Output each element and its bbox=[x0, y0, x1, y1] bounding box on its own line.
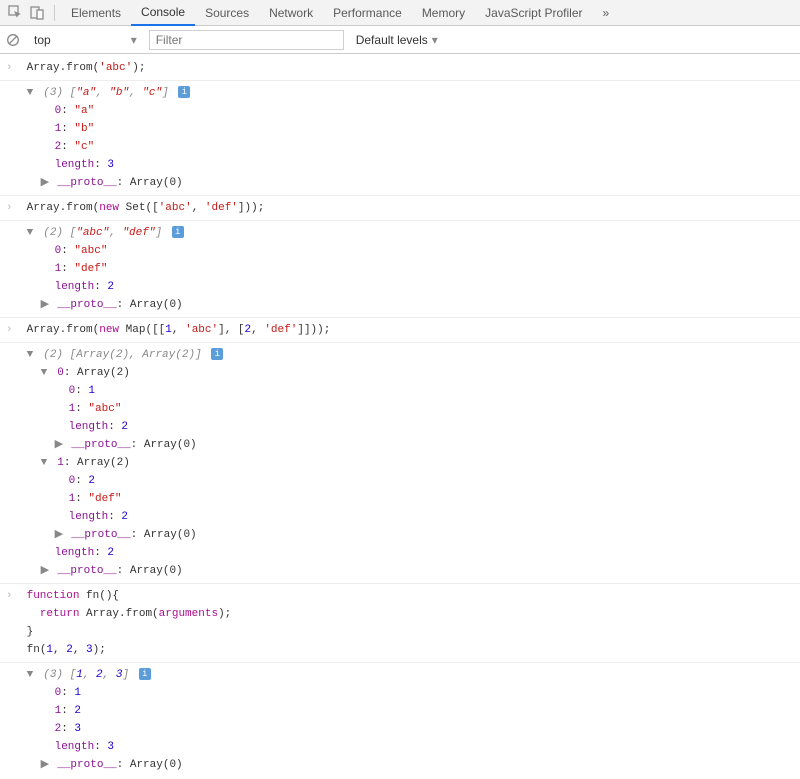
tab-elements[interactable]: Elements bbox=[61, 0, 131, 26]
disclosure-closed-icon: ▶ bbox=[55, 526, 65, 544]
clear-console-icon[interactable] bbox=[4, 31, 22, 49]
array-header[interactable]: ▼ (2) ["abc", "def"] i bbox=[27, 224, 787, 242]
length-prop: length: 3 bbox=[27, 738, 787, 756]
disclosure-closed-icon: ▶ bbox=[55, 436, 65, 454]
disclosure-open-icon: ▼ bbox=[41, 364, 51, 382]
tab-memory[interactable]: Memory bbox=[412, 0, 475, 26]
console-output-row: ▼ (2) [Array(2), Array(2)] i ▼ 0: Array(… bbox=[0, 343, 800, 584]
array-item: 0: "a" bbox=[27, 102, 787, 120]
disclosure-closed-icon: ▶ bbox=[41, 174, 51, 192]
filter-input[interactable] bbox=[149, 30, 344, 50]
devtools-toolbar: Elements Console Sources Network Perform… bbox=[0, 0, 800, 26]
proto-row[interactable]: ▶ __proto__: Array(0) bbox=[27, 562, 787, 580]
dropdown-icon: ▾ bbox=[131, 33, 137, 47]
info-icon[interactable]: i bbox=[139, 668, 151, 680]
console-output-row: ▼ (3) [1, 2, 3] i 0: 1 1: 2 2: 3 length:… bbox=[0, 663, 800, 777]
console-output-row: ▼ (3) ["a", "b", "c"] i 0: "a" 1: "b" 2:… bbox=[0, 81, 800, 196]
console-input-row: › Array.from('abc'); bbox=[0, 56, 800, 81]
info-icon[interactable]: i bbox=[178, 86, 190, 98]
array-item: 1: 2 bbox=[27, 702, 787, 720]
log-levels-selector[interactable]: Default levels ▾ bbox=[350, 33, 444, 47]
array-item: 0: 2 bbox=[27, 472, 787, 490]
device-icon[interactable] bbox=[26, 2, 48, 24]
more-tabs[interactable]: » bbox=[593, 6, 620, 20]
prompt-icon: › bbox=[6, 199, 20, 217]
proto-row[interactable]: ▶ __proto__: Array(0) bbox=[27, 174, 787, 192]
prompt-icon: › bbox=[6, 321, 20, 339]
code-line: Array.from('abc'); bbox=[27, 59, 787, 77]
proto-row[interactable]: ▶ __proto__: Array(0) bbox=[27, 756, 787, 774]
array-header[interactable]: ▼ (3) [1, 2, 3] i bbox=[27, 666, 787, 684]
tab-performance[interactable]: Performance bbox=[323, 0, 412, 26]
disclosure-closed-icon: ▶ bbox=[41, 562, 51, 580]
length-prop: length: 2 bbox=[27, 418, 787, 436]
separator bbox=[54, 5, 55, 21]
tab-sources[interactable]: Sources bbox=[195, 0, 259, 26]
disclosure-closed-icon: ▶ bbox=[41, 296, 51, 314]
length-prop: length: 2 bbox=[27, 278, 787, 296]
length-prop: length: 3 bbox=[27, 156, 787, 174]
tab-console[interactable]: Console bbox=[131, 0, 195, 26]
disclosure-open-icon: ▼ bbox=[27, 346, 37, 364]
array-item: 1: "def" bbox=[27, 490, 787, 508]
disclosure-open-icon: ▼ bbox=[27, 84, 37, 102]
prompt-icon: › bbox=[6, 587, 20, 605]
levels-label: Default levels bbox=[356, 33, 428, 47]
console-input-row: › Array.from(new Map([[1, 'abc'], [2, 'd… bbox=[0, 318, 800, 343]
proto-row[interactable]: ▶ __proto__: Array(0) bbox=[27, 436, 787, 454]
disclosure-open-icon: ▼ bbox=[27, 666, 37, 684]
proto-row[interactable]: ▶ __proto__: Array(0) bbox=[27, 296, 787, 314]
length-prop: length: 2 bbox=[27, 544, 787, 562]
array-item: 0: "abc" bbox=[27, 242, 787, 260]
prompt-icon: › bbox=[6, 59, 20, 77]
array-item: 1: "b" bbox=[27, 120, 787, 138]
proto-row[interactable]: ▶ __proto__: Array(0) bbox=[27, 526, 787, 544]
inspect-icon[interactable] bbox=[4, 2, 26, 24]
context-selector[interactable]: top ▾ bbox=[28, 31, 143, 49]
array-item: 2: 3 bbox=[27, 720, 787, 738]
panel-tabs: Elements Console Sources Network Perform… bbox=[61, 0, 619, 26]
code-line: Array.from(new Map([[1, 'abc'], [2, 'def… bbox=[27, 321, 787, 339]
dropdown-icon: ▾ bbox=[432, 33, 438, 47]
array-item: 0: 1 bbox=[27, 382, 787, 400]
console-output: › Array.from('abc'); ▼ (3) ["a", "b", "c… bbox=[0, 54, 800, 779]
array-header[interactable]: ▼ (2) [Array(2), Array(2)] i bbox=[27, 346, 787, 364]
disclosure-open-icon: ▼ bbox=[41, 454, 51, 472]
disclosure-open-icon: ▼ bbox=[27, 224, 37, 242]
array-header[interactable]: ▼ (3) ["a", "b", "c"] i bbox=[27, 84, 787, 102]
console-input-row: › Array.from(new Set(['abc', 'def'])); bbox=[0, 196, 800, 221]
code-line: Array.from(new Set(['abc', 'def'])); bbox=[27, 199, 787, 217]
length-prop: length: 2 bbox=[27, 508, 787, 526]
array-item: 1: "abc" bbox=[27, 400, 787, 418]
disclosure-closed-icon: ▶ bbox=[41, 756, 51, 774]
console-output-row: ▼ (2) ["abc", "def"] i 0: "abc" 1: "def"… bbox=[0, 221, 800, 318]
array-item: 1: "def" bbox=[27, 260, 787, 278]
tab-jsprofiler[interactable]: JavaScript Profiler bbox=[475, 0, 592, 26]
info-icon[interactable]: i bbox=[211, 348, 223, 360]
code-block: function fn(){ return Array.from(argumen… bbox=[27, 587, 787, 659]
console-input-row: › function fn(){ return Array.from(argum… bbox=[0, 584, 800, 663]
tab-network[interactable]: Network bbox=[259, 0, 323, 26]
info-icon[interactable]: i bbox=[172, 226, 184, 238]
console-filterbar: top ▾ Default levels ▾ bbox=[0, 26, 800, 54]
nested-array-header[interactable]: ▼ 1: Array(2) bbox=[27, 454, 787, 472]
nested-array-header[interactable]: ▼ 0: Array(2) bbox=[27, 364, 787, 382]
array-item: 2: "c" bbox=[27, 138, 787, 156]
context-label: top bbox=[34, 33, 51, 47]
array-item: 0: 1 bbox=[27, 684, 787, 702]
